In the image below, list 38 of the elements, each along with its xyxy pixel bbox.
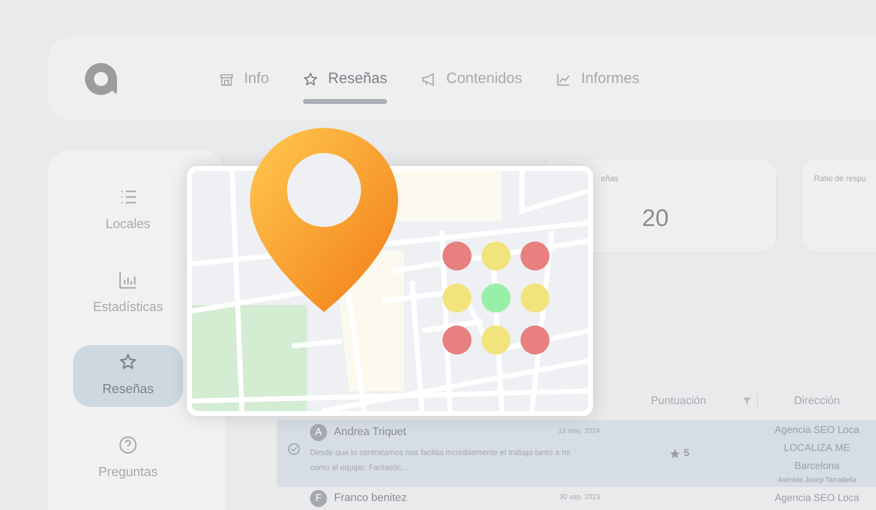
logo-icon bbox=[83, 61, 119, 97]
sidebar-label: Locales bbox=[106, 215, 150, 233]
sidebar-item[interactable]: Locales bbox=[73, 180, 183, 242]
star-icon bbox=[303, 72, 318, 86]
star-icon bbox=[668, 448, 681, 460]
check-circle-icon bbox=[288, 443, 300, 455]
address-line: LOCALIZA.ME bbox=[784, 442, 850, 456]
bar-chart-icon bbox=[119, 270, 137, 288]
sidebar-item[interactable]: Estadísticas bbox=[73, 262, 183, 324]
sidebar-label: Preguntas bbox=[98, 462, 158, 481]
store-icon bbox=[219, 72, 234, 86]
nav-tab[interactable]: Info bbox=[244, 68, 270, 90]
address-line: Barcelona bbox=[794, 460, 840, 474]
stat-label: Ratio de respu bbox=[814, 173, 868, 185]
megaphone-icon bbox=[421, 72, 436, 86]
address-line: Agencia SEO Loca bbox=[774, 492, 860, 506]
reviewer-name: Franco benitez bbox=[334, 491, 407, 506]
sidebar-item[interactable]: Preguntas bbox=[73, 428, 183, 489]
avatar: F bbox=[310, 490, 327, 507]
column-header[interactable]: Puntuación bbox=[650, 392, 706, 410]
nav-tab[interactable]: Reseñas bbox=[328, 68, 388, 90]
nav-tab[interactable]: Informes bbox=[581, 68, 640, 90]
question-icon bbox=[119, 436, 137, 454]
sidebar-label: Reseñas bbox=[102, 380, 154, 398]
sidebar-item[interactable]: Reseñas bbox=[73, 345, 183, 406]
reviewer-name: Andrea Triquet bbox=[334, 425, 406, 440]
nav-tab[interactable]: Contenidos bbox=[446, 68, 522, 90]
stat-label: eñas bbox=[601, 173, 620, 185]
list-icon bbox=[119, 188, 137, 206]
line-chart-icon bbox=[556, 72, 572, 86]
filter-icon[interactable] bbox=[743, 397, 751, 405]
column-header[interactable]: Dirección bbox=[794, 392, 840, 410]
sidebar-label: Estadísticas bbox=[92, 298, 164, 316]
star-icon bbox=[119, 353, 137, 371]
avatar: A bbox=[310, 424, 327, 441]
address-line: Agencia SEO Loca bbox=[774, 424, 860, 438]
stat-value: 20 bbox=[642, 204, 670, 234]
rating-value: 5 bbox=[684, 447, 690, 461]
